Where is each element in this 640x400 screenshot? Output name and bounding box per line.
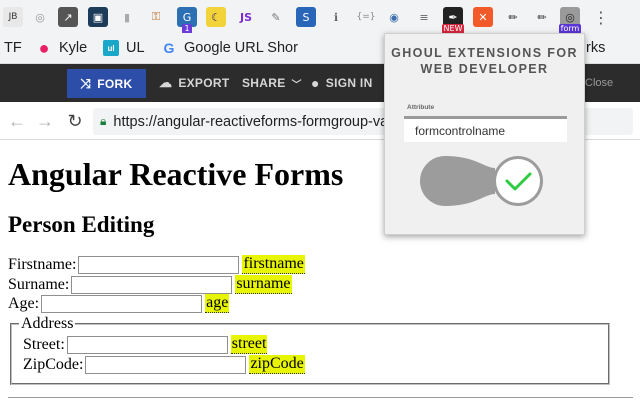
arrow-extension-icon[interactable]: ↗: [58, 7, 78, 27]
cloud-download-icon: ☁: [159, 75, 173, 90]
js-extension-icon[interactable]: JS: [236, 7, 256, 27]
ghoul-extension-popup: GHOUL EXTENSIONS FOR WEB DEVELOPER Attri…: [384, 33, 585, 235]
bookmark-kyle[interactable]: ● Kyle: [36, 37, 88, 58]
chrome-menu-icon[interactable]: ⋮: [591, 7, 611, 27]
popup-title-line-1: GHOUL EXTENSIONS FOR: [391, 46, 578, 60]
street-label: Street:: [23, 335, 65, 353]
bookmark-label: rks: [586, 40, 606, 56]
pen-2-extension-icon[interactable]: ✏: [532, 7, 552, 27]
forward-arrow-icon[interactable]: →: [35, 111, 55, 131]
ul-bookmark-icon: ul: [103, 40, 119, 56]
url-text: https://angular-reactiveforms-formgroup-…: [113, 113, 395, 130]
zipcode-row: ZipCode: zipCode: [23, 355, 305, 374]
info-extension-icon[interactable]: ℹ: [326, 7, 346, 27]
lines-extension-icon[interactable]: ≡: [414, 7, 434, 27]
bookmark-label: UL: [126, 40, 145, 56]
section-title: Person Editing: [8, 212, 155, 237]
firstname-row: Firstname: firstname: [8, 255, 305, 274]
kyle-bookmark-icon: ●: [38, 37, 50, 58]
chevron-down-icon: ﹀: [291, 79, 302, 91]
fork-label: FORK: [97, 76, 133, 91]
moon-extension-icon[interactable]: ☾: [206, 7, 226, 27]
bookmark-tf[interactable]: TF: [4, 38, 22, 58]
edit-new-extension-icon[interactable]: ✒ NEW: [441, 7, 465, 34]
sign-in-button[interactable]: ● SIGN IN: [311, 64, 373, 102]
pen-extension-icon[interactable]: ✏: [503, 7, 523, 27]
s-extension-icon[interactable]: S: [296, 7, 316, 27]
age-input[interactable]: [41, 294, 203, 313]
surname-label: Surname:: [8, 275, 70, 293]
surname-row: Surname: surname: [8, 275, 292, 294]
surname-tag: surname: [235, 275, 292, 294]
toggle-knob: [496, 159, 540, 203]
wand-extension-icon[interactable]: ✎: [266, 7, 286, 27]
camera-extension-icon[interactable]: ▣: [88, 7, 108, 27]
attribute-input[interactable]: [404, 116, 567, 142]
export-button[interactable]: ☁ EXPORT: [159, 64, 229, 102]
google-bookmark-icon: G: [163, 40, 175, 56]
street-tag: street: [230, 335, 268, 354]
bottle-extension-icon[interactable]: ▮: [117, 7, 137, 27]
share-label: SHARE: [242, 76, 286, 90]
popup-title: GHOUL EXTENSIONS FOR WEB DEVELOPER: [385, 45, 584, 77]
street-row: Street: street: [23, 335, 268, 354]
age-row: Age: age: [8, 294, 230, 313]
x-extension-icon[interactable]: ✕: [473, 7, 493, 27]
zipcode-input[interactable]: [85, 355, 247, 374]
close-link[interactable]: Close: [585, 64, 613, 102]
zipcode-tag: zipCode: [249, 355, 305, 374]
attribute-label: Attribute: [407, 104, 435, 111]
brackets-extension-icon[interactable]: {=}: [356, 7, 376, 27]
page-title: Angular Reactive Forms: [8, 156, 344, 192]
back-arrow-icon[interactable]: ←: [7, 111, 27, 131]
bookmark-ul[interactable]: ul UL: [103, 38, 145, 58]
export-label: EXPORT: [178, 76, 230, 90]
bookmark-google-url-shortener[interactable]: G Google URL Shor: [161, 38, 298, 58]
lock-icon: 🔒︎: [100, 114, 107, 128]
firstname-label: Firstname:: [8, 255, 77, 273]
ghoul-form-extension-icon[interactable]: ◎ form: [558, 7, 582, 34]
share-button[interactable]: SHARE ﹀: [242, 64, 302, 102]
key-extension-icon[interactable]: ⚿: [146, 7, 166, 27]
bookmark-label: TF: [4, 40, 22, 56]
extensions-toolbar: JB ◎ ↗ ▣ ▮ ⚿ G 1 ☾ JS ✎ Sℹ {=} ◉ ≡ ✒ NEW ✕ ✏ ✏ ◎ form ⋮: [0, 0, 640, 34]
popup-title-line-2: WEB DEVELOPER: [420, 62, 549, 76]
globe-extension-icon[interactable]: ◉: [384, 7, 404, 27]
sign-in-label: SIGN IN: [325, 76, 373, 90]
bookmark-label: Kyle: [59, 40, 88, 56]
g-extension-icon[interactable]: G1: [177, 7, 197, 34]
zipcode-label: ZipCode:: [23, 355, 84, 373]
street-input[interactable]: [66, 335, 228, 354]
surname-input[interactable]: [71, 275, 233, 294]
fork-button[interactable]: ⤨ FORK: [67, 69, 146, 98]
address-legend: Address: [21, 315, 74, 332]
firstname-input[interactable]: [78, 255, 240, 274]
firstname-tag: firstname: [242, 255, 305, 274]
bottom-divider: [8, 397, 633, 398]
reload-icon[interactable]: ↻: [65, 111, 85, 131]
age-label: Age:: [8, 294, 40, 312]
bookmark-label: Google URL Shor: [184, 40, 298, 56]
jb-extension-icon[interactable]: JB: [3, 7, 23, 27]
toggle-track-middle: [445, 156, 495, 206]
fork-icon: ⤨: [80, 75, 92, 91]
bookmark-partial[interactable]: rks: [586, 38, 605, 58]
enable-toggle[interactable]: [420, 156, 543, 206]
age-tag: age: [205, 294, 230, 313]
github-icon: ●: [311, 75, 320, 91]
circle-extension-icon[interactable]: ◎: [30, 7, 50, 27]
